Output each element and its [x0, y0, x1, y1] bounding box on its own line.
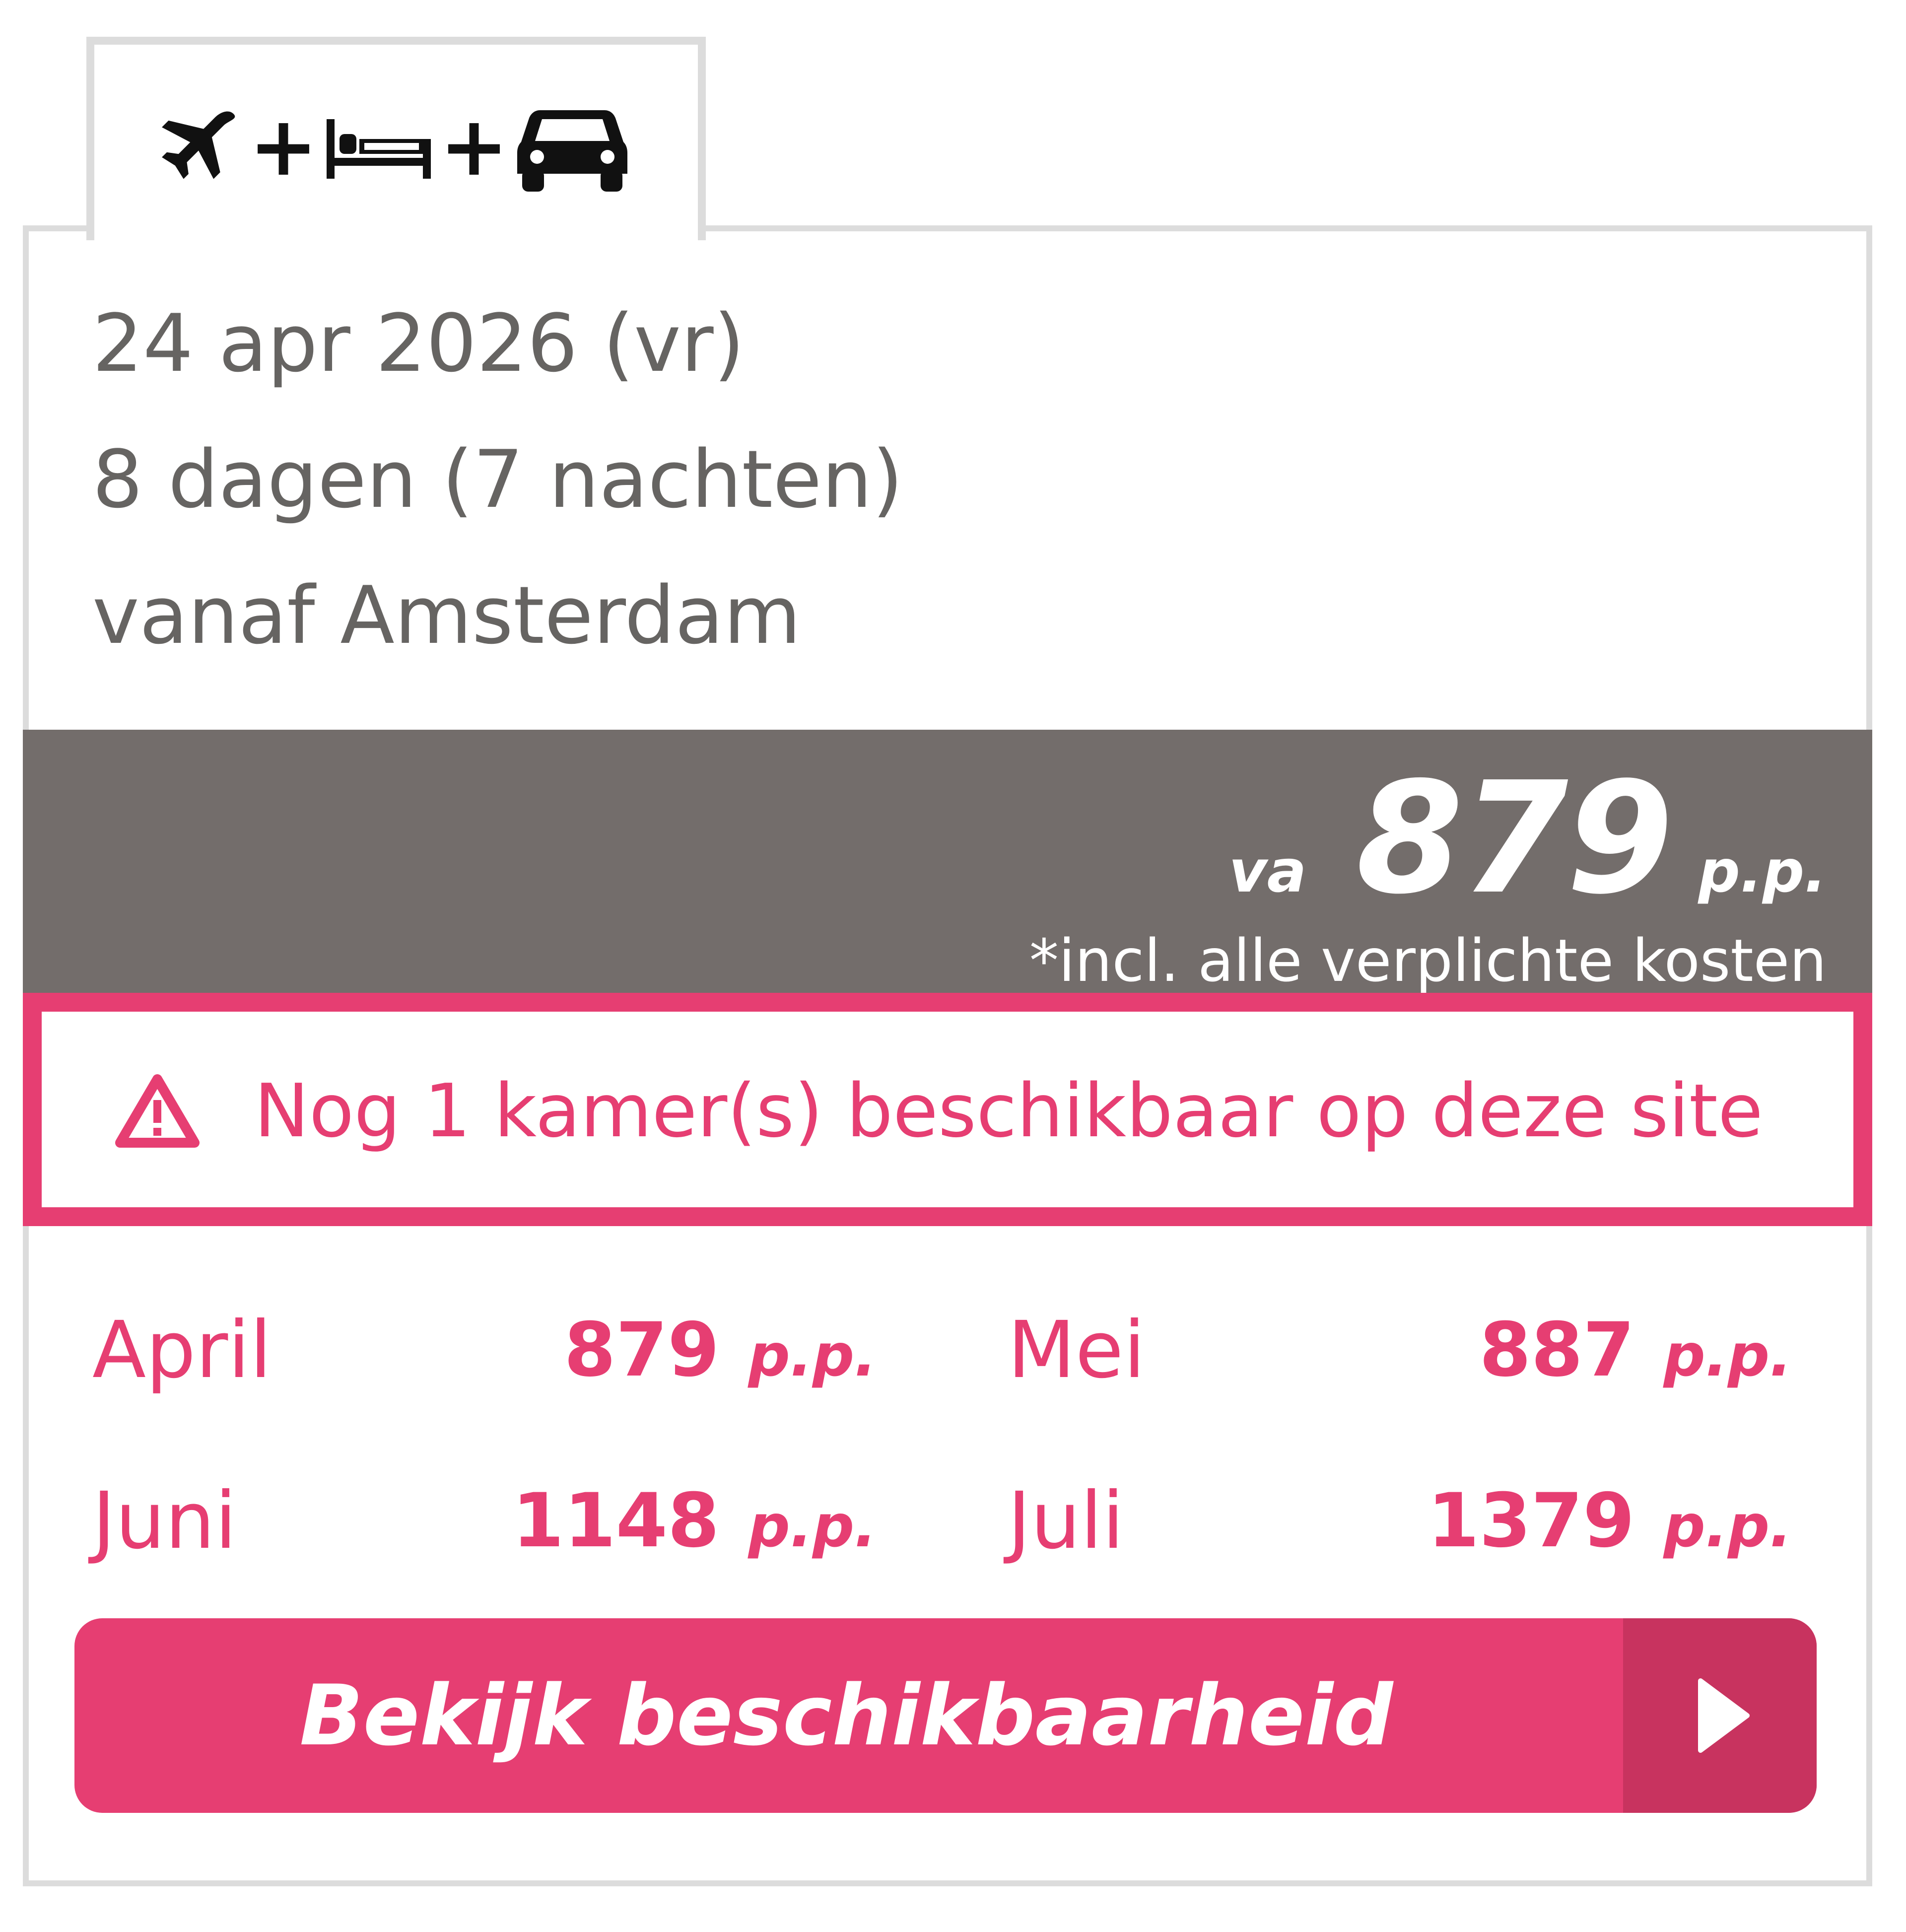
tab-connector	[94, 218, 698, 238]
price-note: *incl. alle verplichte kosten	[1029, 926, 1827, 995]
month-price-suffix: p.p.	[1663, 1321, 1792, 1389]
warning-icon	[115, 1074, 200, 1148]
view-availability-arrow[interactable]	[1623, 1618, 1817, 1813]
view-availability-button[interactable]: Bekijk beschikbaarheid	[74, 1618, 1817, 1813]
trip-duration: 8 dagen (7 nachten)	[92, 433, 903, 526]
bed-icon	[327, 119, 431, 179]
month-price-value: 1148	[512, 1478, 720, 1564]
plus-icon	[448, 123, 500, 175]
price-amount: 879	[1356, 749, 1673, 928]
month-price: 1379 p.p.	[1428, 1471, 1792, 1576]
month-name: Juni	[92, 1475, 237, 1567]
chevron-right-icon	[1698, 1678, 1750, 1753]
month-price-value: 879	[564, 1307, 720, 1393]
departure-airport: vanaf Amsterdam	[92, 569, 801, 662]
month-price-item[interactable]: Juni 1148 p.p.	[92, 1471, 877, 1571]
month-price-suffix: p.p.	[748, 1492, 877, 1560]
month-price: 887 p.p.	[1479, 1301, 1792, 1405]
price-display: va 879 p.p.	[1229, 755, 1827, 923]
price-suffix: p.p.	[1698, 837, 1827, 905]
month-price-item[interactable]: Mei 887 p.p.	[1008, 1301, 1792, 1400]
view-availability-label: Bekijk beschikbaarheid	[299, 1667, 1393, 1764]
month-price-suffix: p.p.	[748, 1321, 877, 1389]
month-price: 1148 p.p.	[512, 1471, 877, 1576]
month-name: April	[92, 1305, 272, 1396]
price-band: va 879 p.p. *incl. alle verplichte koste…	[23, 730, 1872, 1002]
month-price-value: 1379	[1427, 1478, 1635, 1564]
package-type-icons	[157, 104, 627, 194]
availability-alert-text: Nog 1 kamer(s) beschikbaar op deze site	[254, 1068, 1763, 1154]
month-price-value: 887	[1479, 1307, 1635, 1393]
plus-icon	[258, 123, 309, 175]
package-type-tab[interactable]	[86, 37, 706, 240]
month-price-suffix: p.p.	[1663, 1492, 1792, 1560]
departure-date: 24 apr 2026 (vr)	[92, 297, 745, 390]
plane-icon	[162, 111, 235, 179]
month-price: 879 p.p.	[564, 1301, 877, 1405]
month-price-item[interactable]: Juli 1379 p.p.	[1008, 1471, 1792, 1571]
month-name: Juli	[1008, 1475, 1124, 1567]
car-icon	[517, 110, 627, 192]
month-price-item[interactable]: April 879 p.p.	[92, 1301, 877, 1400]
availability-alert: Nog 1 kamer(s) beschikbaar op deze site	[23, 993, 1872, 1226]
month-name: Mei	[1008, 1305, 1146, 1396]
price-prefix: va	[1228, 837, 1307, 905]
